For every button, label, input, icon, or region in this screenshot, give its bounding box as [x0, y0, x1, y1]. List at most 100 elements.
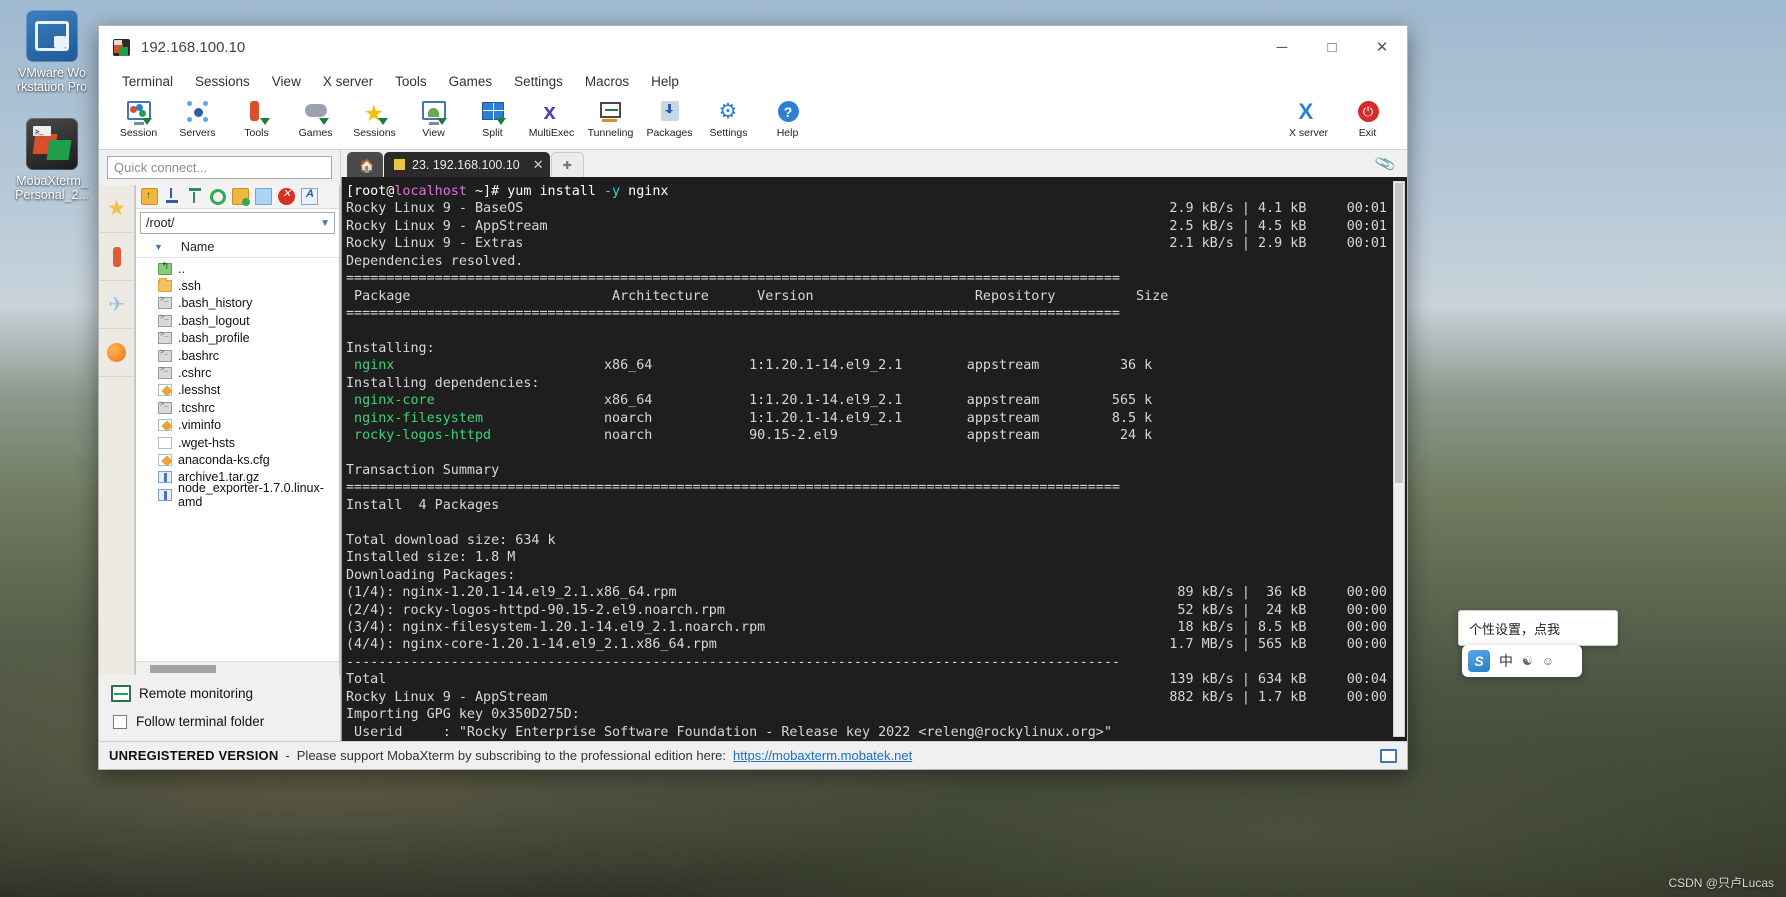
list-item[interactable]: .wget-hsts — [136, 434, 339, 451]
list-item[interactable]: .ssh — [136, 277, 339, 294]
sidebar-tab-sessions[interactable]: ★ — [99, 185, 134, 233]
terminal-text: ~]# — [466, 184, 508, 199]
list-item[interactable]: .bash_profile — [136, 330, 339, 347]
toolbar-sessions[interactable]: ★ Sessions — [345, 96, 404, 140]
list-item[interactable]: .lesshst — [136, 382, 339, 399]
terminal-right-column: 2.9 kB/s | 4.1 kB 00:01 — [1169, 201, 1387, 217]
toolbar-view[interactable]: View — [404, 96, 463, 139]
mobaxterm-link[interactable]: https://mobaxterm.mobatek.net — [733, 748, 912, 763]
sftp-browser: ↑ ✕ A /root/ ▼ ▼ Name ↰ .. .ssh >_ .bash… — [135, 185, 340, 675]
menu-help[interactable]: Help — [640, 71, 690, 92]
sidebar-tab-globe[interactable] — [99, 329, 134, 377]
chevron-down-icon[interactable]: ▼ — [320, 218, 330, 229]
list-item[interactable]: .bash_logout — [136, 312, 339, 329]
list-item[interactable]: .cshrc — [136, 364, 339, 381]
desktop-icon-vmware[interactable]: VMware Wo rkstation Pro — [6, 10, 98, 94]
terminal-text: nginx-filesystem — [346, 410, 484, 426]
tab-close-icon[interactable]: ✕ — [533, 157, 544, 173]
toolbar-session[interactable]: Session — [109, 96, 168, 139]
list-item[interactable]: anaconda-ks.cfg — [136, 451, 339, 468]
sidebar-tab-macros[interactable]: ✈ — [99, 281, 134, 329]
list-item[interactable]: .bash_history — [136, 295, 339, 312]
up-folder-icon[interactable]: ↑ — [141, 188, 158, 205]
desktop-icon-mobaxterm[interactable]: MobaXterm_ Personal_2... — [6, 118, 98, 202]
follow-terminal-folder-row[interactable]: Follow terminal folder — [99, 712, 340, 741]
paperclip-icon[interactable]: 📎 — [1374, 152, 1397, 175]
menu-x-server[interactable]: X server — [312, 71, 384, 92]
download-icon[interactable] — [164, 188, 181, 205]
menu-games[interactable]: Games — [438, 71, 504, 92]
list-item[interactable]: .. — [136, 260, 339, 277]
ime-toolbar[interactable]: S 中 ☯ ☺ — [1462, 645, 1582, 677]
ime-settings-tooltip[interactable]: 个性设置，点我 — [1458, 610, 1618, 646]
ime-emoji-icon[interactable]: ☺ — [1542, 654, 1554, 668]
text-mode-icon[interactable]: A — [301, 188, 318, 205]
terminal-text: nginx-core — [346, 393, 435, 409]
menu-view[interactable]: View — [261, 71, 312, 92]
terminal-right-column: 1.7 MB/s | 565 kB 00:00 — [1169, 637, 1387, 653]
upload-icon[interactable] — [187, 188, 204, 205]
terminal-line: (3/4): nginx-filesystem-1.20.1-14.el9_2.… — [346, 619, 1407, 636]
list-item[interactable]: .tcshrc — [136, 399, 339, 416]
list-item[interactable]: .viminfo — [136, 417, 339, 434]
toolbar-games[interactable]: Games — [286, 96, 345, 139]
terminal-text: ========================================… — [346, 271, 1120, 287]
remote-monitoring-row[interactable]: Remote monitoring — [99, 675, 340, 712]
terminal-scrollbar[interactable] — [1393, 181, 1405, 737]
terminal-right-column: 89 kB/s | 36 kB 00:00 — [1169, 585, 1387, 601]
sidebar-tab-tools[interactable] — [99, 233, 134, 281]
toolbar-settings[interactable]: ⚙ Settings — [699, 96, 758, 139]
menu-settings[interactable]: Settings — [503, 71, 574, 92]
close-button[interactable]: ✕ — [1357, 26, 1407, 68]
terminal-output[interactable]: [root@localhost ~]# yum install -y nginx… — [341, 177, 1407, 741]
terminal-text: ========================================… — [346, 480, 1120, 496]
list-item[interactable]: .bashrc — [136, 347, 339, 364]
new-folder-icon[interactable] — [232, 188, 250, 206]
toolbar-multiexec[interactable]: x MultiExec — [522, 96, 581, 140]
toolbar-x-server[interactable]: X X server — [1279, 96, 1338, 140]
scrollbar-thumb[interactable] — [150, 665, 216, 673]
toolbar-split[interactable]: Split — [463, 96, 522, 139]
toolbar-help[interactable]: ? Help — [758, 96, 817, 139]
new-tab-icon: ✚ — [562, 159, 572, 172]
terminal-line: Installing dependencies: — [346, 375, 1407, 392]
menu-tools[interactable]: Tools — [384, 71, 438, 92]
sftp-horizontal-scrollbar[interactable] — [136, 661, 339, 675]
display-icon — [1380, 748, 1397, 763]
sogou-logo-icon[interactable]: S — [1468, 650, 1490, 672]
terminal-line: nginx-core x86_64 1:1.20.1-14.el9_2.1 ap… — [346, 392, 1407, 409]
new-file-icon[interactable] — [255, 188, 272, 205]
paper-plane-icon: ✈ — [108, 294, 125, 316]
list-item[interactable]: node_exporter-1.7.0.linux-amd — [136, 481, 339, 509]
toolbar-packages[interactable]: Packages — [640, 96, 699, 139]
follow-terminal-checkbox[interactable] — [113, 714, 127, 729]
terminal-right-column: 882 kB/s | 1.7 kB 00:00 — [1169, 689, 1387, 705]
script-icon — [158, 349, 172, 362]
menu-terminal[interactable]: Terminal — [111, 71, 184, 92]
path-bar[interactable]: /root/ ▼ — [140, 212, 335, 234]
parent-folder-icon — [158, 261, 172, 275]
delete-icon[interactable]: ✕ — [278, 188, 295, 205]
maximize-button[interactable]: □ — [1307, 26, 1357, 68]
menu-macros[interactable]: Macros — [574, 71, 640, 92]
path-text: /root/ — [146, 216, 175, 230]
menu-sessions[interactable]: Sessions — [184, 71, 261, 92]
ime-mode-label[interactable]: 中 — [1499, 651, 1513, 671]
tab-home[interactable]: 🏠 — [347, 152, 383, 177]
file-column-header[interactable]: ▼ Name — [136, 237, 339, 258]
ime-tool-icon[interactable]: ☯ — [1522, 654, 1533, 668]
tab-session-23[interactable]: 23. 192.168.100.10 ✕ — [384, 152, 550, 177]
minimize-button[interactable]: ─ — [1257, 26, 1307, 68]
scrollbar-thumb[interactable] — [1395, 183, 1403, 483]
tab-new[interactable]: ✚ — [550, 152, 584, 177]
toolbar-tools[interactable]: Tools — [227, 96, 286, 139]
terminal-right-column: 52 kB/s | 24 kB 00:00 — [1169, 602, 1387, 618]
terminal-text: Userid : "Rocky Enterprise Software Foun… — [346, 724, 1112, 740]
terminal-text: (2/4): rocky-logos-httpd-90.15-2.el9.noa… — [346, 602, 725, 618]
refresh-icon[interactable] — [210, 188, 226, 205]
toolbar-exit[interactable]: ⏻ Exit — [1338, 96, 1397, 139]
quick-connect-input[interactable]: Quick connect... — [107, 156, 332, 179]
toolbar-servers[interactable]: Servers — [168, 96, 227, 139]
toolbar-tunneling[interactable]: Tunneling — [581, 96, 640, 139]
